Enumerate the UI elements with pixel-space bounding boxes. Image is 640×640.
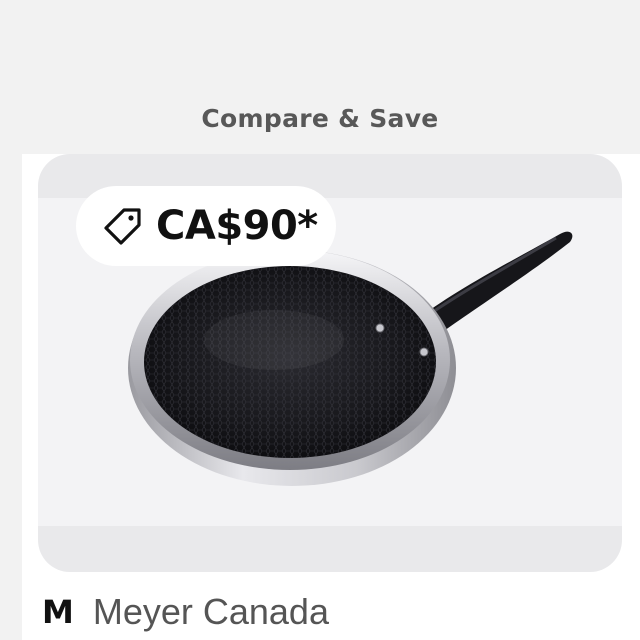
price-badge: CA$90* [76, 186, 336, 266]
brand-row[interactable]: M Meyer Canada [42, 588, 329, 636]
section-title: Compare & Save [201, 104, 439, 133]
brand-name[interactable]: Meyer Canada [93, 591, 329, 633]
price-tag-icon [104, 208, 141, 245]
compare-and-save-page: Compare & Save CA$90* M Meyer Canada [0, 0, 640, 640]
brand-logo: M [42, 593, 74, 631]
price-text: CA$90* [156, 203, 318, 249]
